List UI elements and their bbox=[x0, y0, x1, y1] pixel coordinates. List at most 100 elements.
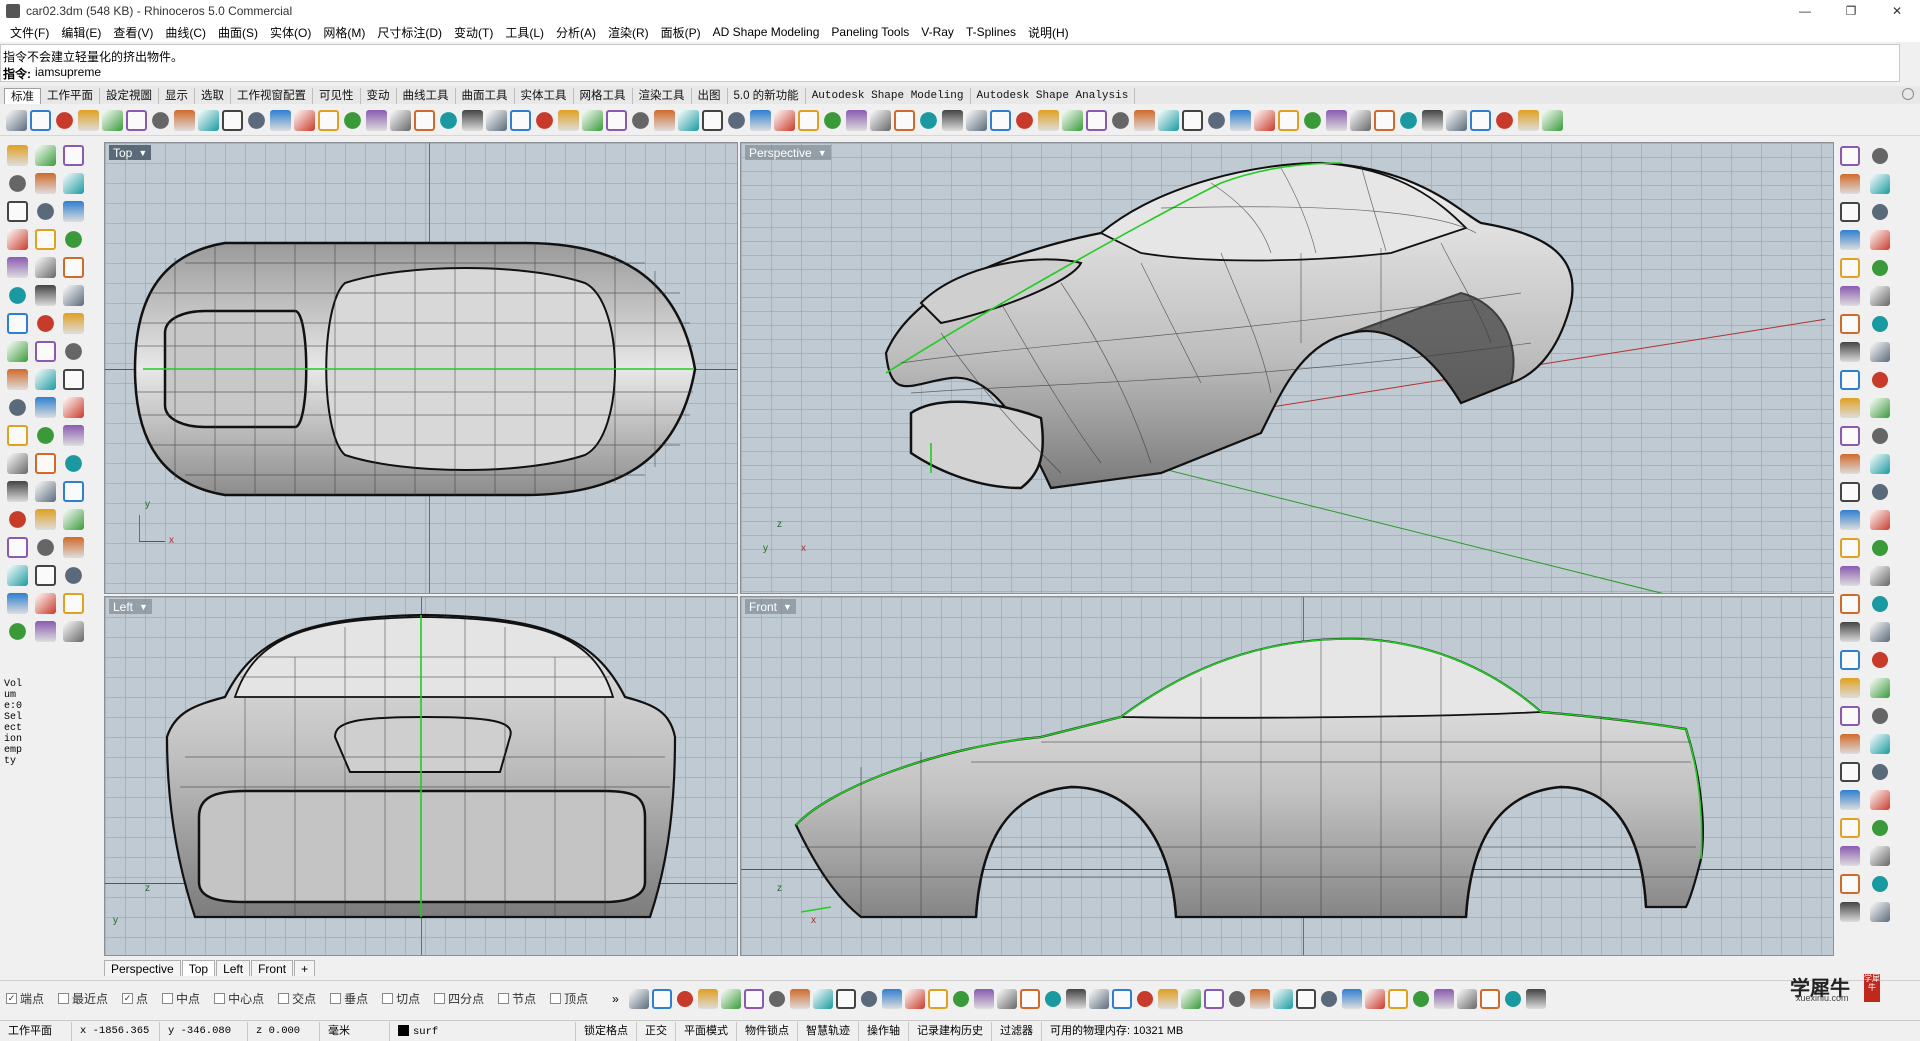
bottom-tool-icon-23[interactable] bbox=[1136, 990, 1153, 1007]
close-button[interactable]: ✕ bbox=[1874, 0, 1920, 22]
scale-icon[interactable] bbox=[798, 110, 819, 131]
right-tool-icon-11[interactable] bbox=[1840, 286, 1860, 306]
chevron-down-icon[interactable]: ▼ bbox=[139, 602, 148, 612]
left-tool-icon-11[interactable] bbox=[35, 229, 56, 250]
osnap-checkbox[interactable] bbox=[214, 993, 226, 1004]
toolbar-settings-gear-icon[interactable] bbox=[1902, 88, 1914, 100]
car-model-top-view[interactable] bbox=[105, 143, 738, 594]
car-side-icon-7[interactable] bbox=[702, 110, 723, 131]
right-tool-icon-28[interactable] bbox=[1870, 510, 1890, 530]
right-tool-icon-13[interactable] bbox=[1840, 314, 1860, 334]
right-tool-icon-43[interactable] bbox=[1840, 734, 1860, 754]
menu-ad-shape-modeling[interactable]: AD Shape Modeling bbox=[707, 25, 826, 39]
move-icon[interactable] bbox=[248, 112, 265, 129]
left-tool-icon-20[interactable] bbox=[37, 315, 54, 332]
right-tool-icon-22[interactable] bbox=[1872, 428, 1888, 444]
left-tool-icon-38[interactable] bbox=[35, 481, 56, 502]
left-tool-icon-7[interactable] bbox=[7, 201, 28, 222]
right-tool-icon-30[interactable] bbox=[1872, 540, 1888, 556]
status-ortho[interactable]: 正交 bbox=[637, 1021, 676, 1041]
left-tool-icon-43[interactable] bbox=[7, 537, 28, 558]
import-icon[interactable] bbox=[102, 110, 123, 131]
lock-icon[interactable] bbox=[966, 110, 987, 131]
bottom-tool-icon-38[interactable] bbox=[1479, 988, 1500, 1009]
bottom-tool-icon-21[interactable] bbox=[1088, 988, 1109, 1009]
tab-surface-tools[interactable]: 曲面工具 bbox=[456, 88, 515, 104]
right-tool-icon-17[interactable] bbox=[1840, 370, 1860, 390]
undo-icon[interactable] bbox=[198, 110, 219, 131]
osnap-checkbox[interactable] bbox=[278, 993, 290, 1004]
tab-autodesk-shape-analysis[interactable]: Autodesk Shape Analysis bbox=[971, 88, 1136, 104]
tab-render-tools[interactable]: 渲染工具 bbox=[633, 88, 692, 104]
settings-icon[interactable] bbox=[1158, 110, 1179, 131]
bottom-tool-icon-32[interactable] bbox=[1341, 988, 1362, 1009]
camera-icon-2[interactable] bbox=[1278, 110, 1299, 131]
left-tool-icon-42[interactable] bbox=[63, 509, 84, 530]
bottom-tool-icon-24[interactable] bbox=[1157, 988, 1178, 1009]
tab-visibility[interactable]: 可见性 bbox=[313, 88, 361, 104]
right-tool-icon-50[interactable] bbox=[1872, 820, 1888, 836]
tool-icon-3[interactable] bbox=[1350, 110, 1371, 131]
viewport-label-front[interactable]: Front ▼ bbox=[745, 599, 796, 614]
bottom-tool-icon-14[interactable] bbox=[927, 988, 948, 1009]
right-tool-icon-46[interactable] bbox=[1872, 764, 1888, 780]
viewport-tab-left[interactable]: Left bbox=[216, 960, 251, 976]
right-tool-icon-41[interactable] bbox=[1840, 706, 1860, 726]
left-tool-icon-19[interactable] bbox=[7, 313, 28, 334]
viewport-label-perspective[interactable]: Perspective ▼ bbox=[745, 145, 831, 160]
status-layer[interactable]: surf bbox=[390, 1021, 576, 1041]
left-tool-icon-16[interactable] bbox=[9, 287, 26, 304]
viewport-label-top[interactable]: Top ▼ bbox=[109, 145, 152, 160]
bottom-tool-icon-4[interactable] bbox=[697, 988, 718, 1009]
viewport-tab-perspective[interactable]: Perspective bbox=[104, 960, 181, 976]
right-tool-icon-47[interactable] bbox=[1840, 790, 1860, 810]
right-tool-icon-5[interactable] bbox=[1840, 202, 1860, 222]
bottom-tool-icon-10[interactable] bbox=[835, 988, 856, 1009]
tab-autodesk-shape-modeling[interactable]: Autodesk Shape Modeling bbox=[806, 88, 971, 104]
right-tool-icon-54[interactable] bbox=[1872, 876, 1888, 892]
bottom-tool-icon-18[interactable] bbox=[1019, 988, 1040, 1009]
right-tool-icon-49[interactable] bbox=[1840, 818, 1860, 838]
left-tool-icon-35[interactable] bbox=[35, 453, 56, 474]
right-tool-icon-37[interactable] bbox=[1840, 650, 1860, 670]
right-tool-icon-32[interactable] bbox=[1870, 566, 1890, 586]
bottom-tool-icon-26[interactable] bbox=[1203, 988, 1224, 1009]
left-tool-icon-53[interactable] bbox=[35, 621, 56, 642]
filter-icon[interactable] bbox=[942, 110, 963, 131]
left-tool-icon-15[interactable] bbox=[63, 257, 84, 278]
bottom-tool-icon-22[interactable] bbox=[1111, 988, 1132, 1009]
bottom-tool-icon-35[interactable] bbox=[1412, 990, 1429, 1007]
menu-edit[interactable]: 编辑(E) bbox=[55, 24, 107, 41]
osnap-6[interactable]: 垂点 bbox=[330, 990, 368, 1007]
add-viewport-tab-button[interactable]: + bbox=[294, 960, 316, 976]
bottom-tool-icon-6[interactable] bbox=[743, 988, 764, 1009]
osnap-9[interactable]: 节点 bbox=[498, 990, 536, 1007]
tab-drafting[interactable]: 出图 bbox=[692, 88, 728, 104]
paste-icon[interactable] bbox=[174, 110, 195, 131]
right-tool-icon-48[interactable] bbox=[1870, 790, 1890, 810]
bottom-tool-icon-8[interactable] bbox=[789, 988, 810, 1009]
car-side-icon-2[interactable] bbox=[582, 110, 603, 131]
status-filter[interactable]: 过滤器 bbox=[992, 1021, 1042, 1041]
left-tool-icon-24[interactable] bbox=[65, 343, 82, 360]
left-tool-icon-54[interactable] bbox=[63, 621, 84, 642]
bottom-tool-icon-2[interactable] bbox=[651, 988, 672, 1009]
zoom-out-icon[interactable] bbox=[414, 110, 435, 131]
bottom-tool-icon-15[interactable] bbox=[952, 990, 969, 1007]
right-tool-icon-42[interactable] bbox=[1872, 708, 1888, 724]
zoom-extents-icon[interactable] bbox=[318, 110, 339, 131]
right-tool-icon-12[interactable] bbox=[1870, 286, 1890, 306]
bottom-tool-icon-1[interactable] bbox=[628, 988, 649, 1009]
viewport-perspective[interactable]: Perspective ▼ z y x bbox=[740, 142, 1834, 594]
right-tool-icon-7[interactable] bbox=[1840, 230, 1860, 250]
right-tool-icon-10[interactable] bbox=[1872, 260, 1888, 276]
menu-analyze[interactable]: 分析(A) bbox=[550, 24, 602, 41]
left-tool-icon-29[interactable] bbox=[35, 397, 56, 418]
save-icon[interactable] bbox=[56, 112, 73, 129]
bottom-tool-icon-5[interactable] bbox=[720, 988, 741, 1009]
right-tool-icon-26[interactable] bbox=[1872, 484, 1888, 500]
right-tool-icon-2[interactable] bbox=[1872, 148, 1888, 164]
bottom-tool-icon-20[interactable] bbox=[1065, 988, 1086, 1009]
left-tool-icon-36[interactable] bbox=[65, 455, 82, 472]
left-tool-icon-48[interactable] bbox=[65, 567, 82, 584]
